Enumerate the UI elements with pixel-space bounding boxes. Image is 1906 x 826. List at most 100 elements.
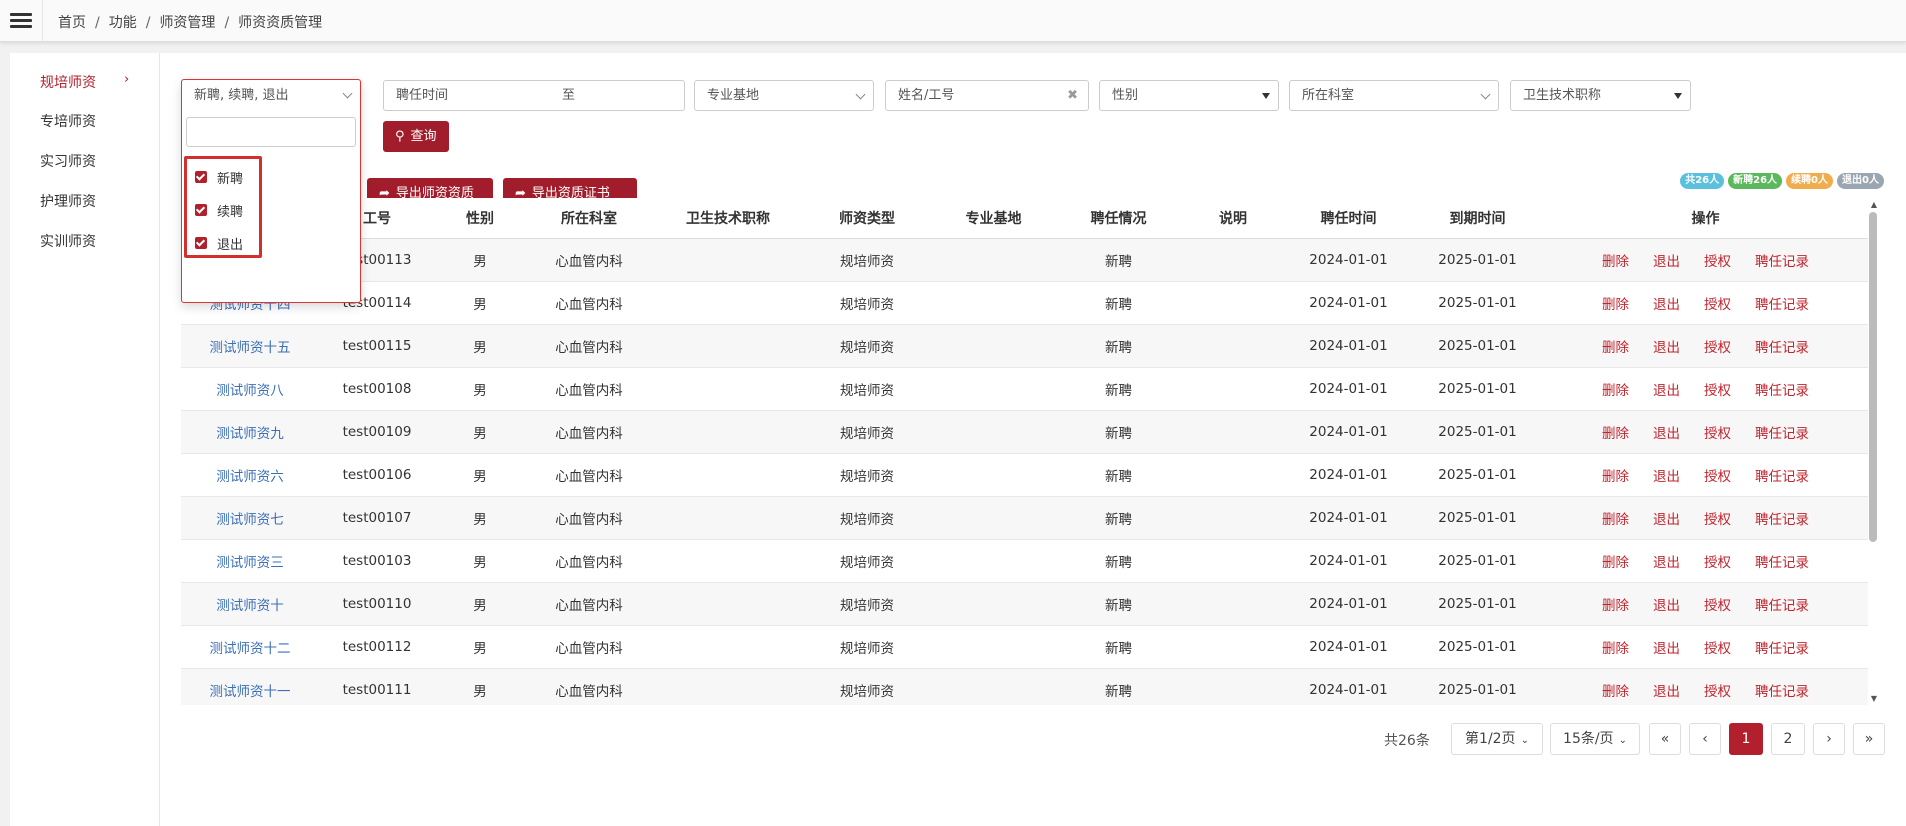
page-size-select[interactable]: 15条/页 ⌄ bbox=[1550, 723, 1640, 755]
breadcrumb-function[interactable]: 功能 bbox=[109, 15, 137, 31]
scroll-down-icon[interactable]: ▼ bbox=[1871, 694, 1877, 703]
vertical-scrollbar[interactable]: ▲ ▼ bbox=[1868, 198, 1878, 705]
delete-link[interactable]: 删除 bbox=[1602, 641, 1629, 657]
next-page-button[interactable]: › bbox=[1813, 723, 1845, 755]
cell-end: 2025-01-01 bbox=[1412, 582, 1543, 626]
exit-link[interactable]: 退出 bbox=[1653, 555, 1680, 571]
authorize-link[interactable]: 授权 bbox=[1704, 555, 1731, 571]
page-1-button[interactable]: 1 bbox=[1729, 723, 1763, 755]
appointment-record-link[interactable]: 聘任记录 bbox=[1755, 340, 1809, 356]
authorize-link[interactable]: 授权 bbox=[1704, 383, 1731, 399]
cell-status: 新聘 bbox=[1056, 625, 1181, 669]
prev-page-button[interactable]: ‹ bbox=[1689, 723, 1721, 755]
scroll-up-icon[interactable]: ▲ bbox=[1871, 200, 1877, 209]
delete-link[interactable]: 删除 bbox=[1602, 383, 1629, 399]
authorize-link[interactable]: 授权 bbox=[1704, 340, 1731, 356]
hamburger-menu-icon[interactable] bbox=[10, 10, 32, 30]
authorize-link[interactable]: 授权 bbox=[1704, 684, 1731, 700]
first-page-button[interactable]: « bbox=[1649, 723, 1681, 755]
exit-link[interactable]: 退出 bbox=[1653, 598, 1680, 614]
exit-link[interactable]: 退出 bbox=[1653, 383, 1680, 399]
exit-link[interactable]: 退出 bbox=[1653, 512, 1680, 528]
cell-title bbox=[653, 668, 803, 705]
cell-gender: 男 bbox=[435, 625, 525, 669]
delete-link[interactable]: 删除 bbox=[1602, 426, 1629, 442]
appointment-record-link[interactable]: 聘任记录 bbox=[1755, 512, 1809, 528]
column-header: 所在科室 bbox=[525, 198, 653, 239]
appointment-record-link[interactable]: 聘任记录 bbox=[1755, 555, 1809, 571]
dept-select-label: 所在科室 bbox=[1302, 88, 1355, 103]
name-search-input[interactable]: 姓名/工号 ✖ bbox=[885, 80, 1089, 111]
delete-link[interactable]: 删除 bbox=[1602, 598, 1629, 614]
last-page-button[interactable]: » bbox=[1853, 723, 1885, 755]
status-multiselect-value[interactable]: 新聘, 续聘, 退出 bbox=[182, 80, 360, 111]
exit-link[interactable]: 退出 bbox=[1653, 469, 1680, 485]
query-button[interactable]: ⚲ 查询 bbox=[383, 121, 449, 152]
badge-exit: 退出0人 bbox=[1837, 173, 1884, 189]
delete-link[interactable]: 删除 bbox=[1602, 512, 1629, 528]
clear-icon[interactable]: ✖ bbox=[1067, 81, 1078, 110]
exit-link[interactable]: 退出 bbox=[1653, 254, 1680, 270]
title-select[interactable]: 卫生技术职称 bbox=[1510, 80, 1691, 111]
appointment-record-link[interactable]: 聘任记录 bbox=[1755, 469, 1809, 485]
appointment-record-link[interactable]: 聘任记录 bbox=[1755, 254, 1809, 270]
delete-link[interactable]: 删除 bbox=[1602, 684, 1629, 700]
teacher-name-link[interactable]: 测试师资三 bbox=[181, 539, 319, 583]
teacher-name-link[interactable]: 测试师资十一 bbox=[181, 668, 319, 705]
appointment-record-link[interactable]: 聘任记录 bbox=[1755, 383, 1809, 399]
appointment-record-link[interactable]: 聘任记录 bbox=[1755, 297, 1809, 313]
checkbox-checked-icon[interactable] bbox=[195, 237, 207, 249]
exit-link[interactable]: 退出 bbox=[1653, 297, 1680, 313]
sidebar-item-zhuanpei[interactable]: 专培师资 bbox=[40, 111, 96, 131]
scroll-thumb[interactable] bbox=[1869, 212, 1877, 542]
base-select[interactable]: 专业基地 bbox=[694, 80, 874, 111]
page-select-label: 第1/2页 bbox=[1465, 731, 1516, 747]
breadcrumb-teacher-management[interactable]: 师资管理 bbox=[159, 15, 215, 31]
authorize-link[interactable]: 授权 bbox=[1704, 426, 1731, 442]
sidebar-item-shixi[interactable]: 实习师资 bbox=[40, 151, 96, 171]
delete-link[interactable]: 删除 bbox=[1602, 297, 1629, 313]
teacher-name-link[interactable]: 测试师资十五 bbox=[181, 324, 319, 368]
teacher-name-link[interactable]: 测试师资六 bbox=[181, 453, 319, 497]
status-search-input[interactable] bbox=[186, 117, 356, 147]
exit-link[interactable]: 退出 bbox=[1653, 684, 1680, 700]
teacher-name-link[interactable]: 测试师资十二 bbox=[181, 625, 319, 669]
authorize-link[interactable]: 授权 bbox=[1704, 254, 1731, 270]
delete-link[interactable]: 删除 bbox=[1602, 340, 1629, 356]
cell-base bbox=[931, 324, 1056, 368]
authorize-link[interactable]: 授权 bbox=[1704, 512, 1731, 528]
teacher-name-link[interactable]: 测试师资八 bbox=[181, 367, 319, 411]
cell-base bbox=[931, 539, 1056, 583]
authorize-link[interactable]: 授权 bbox=[1704, 598, 1731, 614]
authorize-link[interactable]: 授权 bbox=[1704, 297, 1731, 313]
sidebar-item-shixun[interactable]: 实训师资 bbox=[40, 231, 96, 251]
date-range-input[interactable]: 聘任时间 至 bbox=[383, 80, 685, 111]
appointment-record-link[interactable]: 聘任记录 bbox=[1755, 684, 1809, 700]
gender-select[interactable]: 性别 bbox=[1099, 80, 1279, 111]
checkbox-checked-icon[interactable] bbox=[195, 171, 207, 183]
appointment-record-link[interactable]: 聘任记录 bbox=[1755, 426, 1809, 442]
page-select[interactable]: 第1/2页 ⌄ bbox=[1451, 723, 1543, 755]
dept-select[interactable]: 所在科室 bbox=[1289, 80, 1499, 111]
teacher-name-link[interactable]: 测试师资十 bbox=[181, 582, 319, 626]
delete-link[interactable]: 删除 bbox=[1602, 555, 1629, 571]
page-2-button[interactable]: 2 bbox=[1771, 723, 1805, 755]
cell-operations: 删除 退出 授权 聘任记录 bbox=[1543, 453, 1868, 497]
breadcrumb-home[interactable]: 首页 bbox=[58, 15, 86, 31]
sidebar-item-huli[interactable]: 护理师资 bbox=[40, 191, 96, 211]
checkbox-checked-icon[interactable] bbox=[195, 204, 207, 216]
authorize-link[interactable]: 授权 bbox=[1704, 641, 1731, 657]
chevron-down-icon: ⌄ bbox=[1618, 735, 1627, 746]
status-multiselect[interactable]: 新聘, 续聘, 退出 新聘 续聘 退出 bbox=[181, 79, 361, 303]
exit-link[interactable]: 退出 bbox=[1653, 641, 1680, 657]
exit-link[interactable]: 退出 bbox=[1653, 426, 1680, 442]
authorize-link[interactable]: 授权 bbox=[1704, 469, 1731, 485]
appointment-record-link[interactable]: 聘任记录 bbox=[1755, 641, 1809, 657]
appointment-record-link[interactable]: 聘任记录 bbox=[1755, 598, 1809, 614]
delete-link[interactable]: 删除 bbox=[1602, 469, 1629, 485]
teacher-name-link[interactable]: 测试师资七 bbox=[181, 496, 319, 540]
delete-link[interactable]: 删除 bbox=[1602, 254, 1629, 270]
sidebar-item-guipei[interactable]: 规培师资 › bbox=[40, 72, 129, 92]
exit-link[interactable]: 退出 bbox=[1653, 340, 1680, 356]
teacher-name-link[interactable]: 测试师资九 bbox=[181, 410, 319, 454]
